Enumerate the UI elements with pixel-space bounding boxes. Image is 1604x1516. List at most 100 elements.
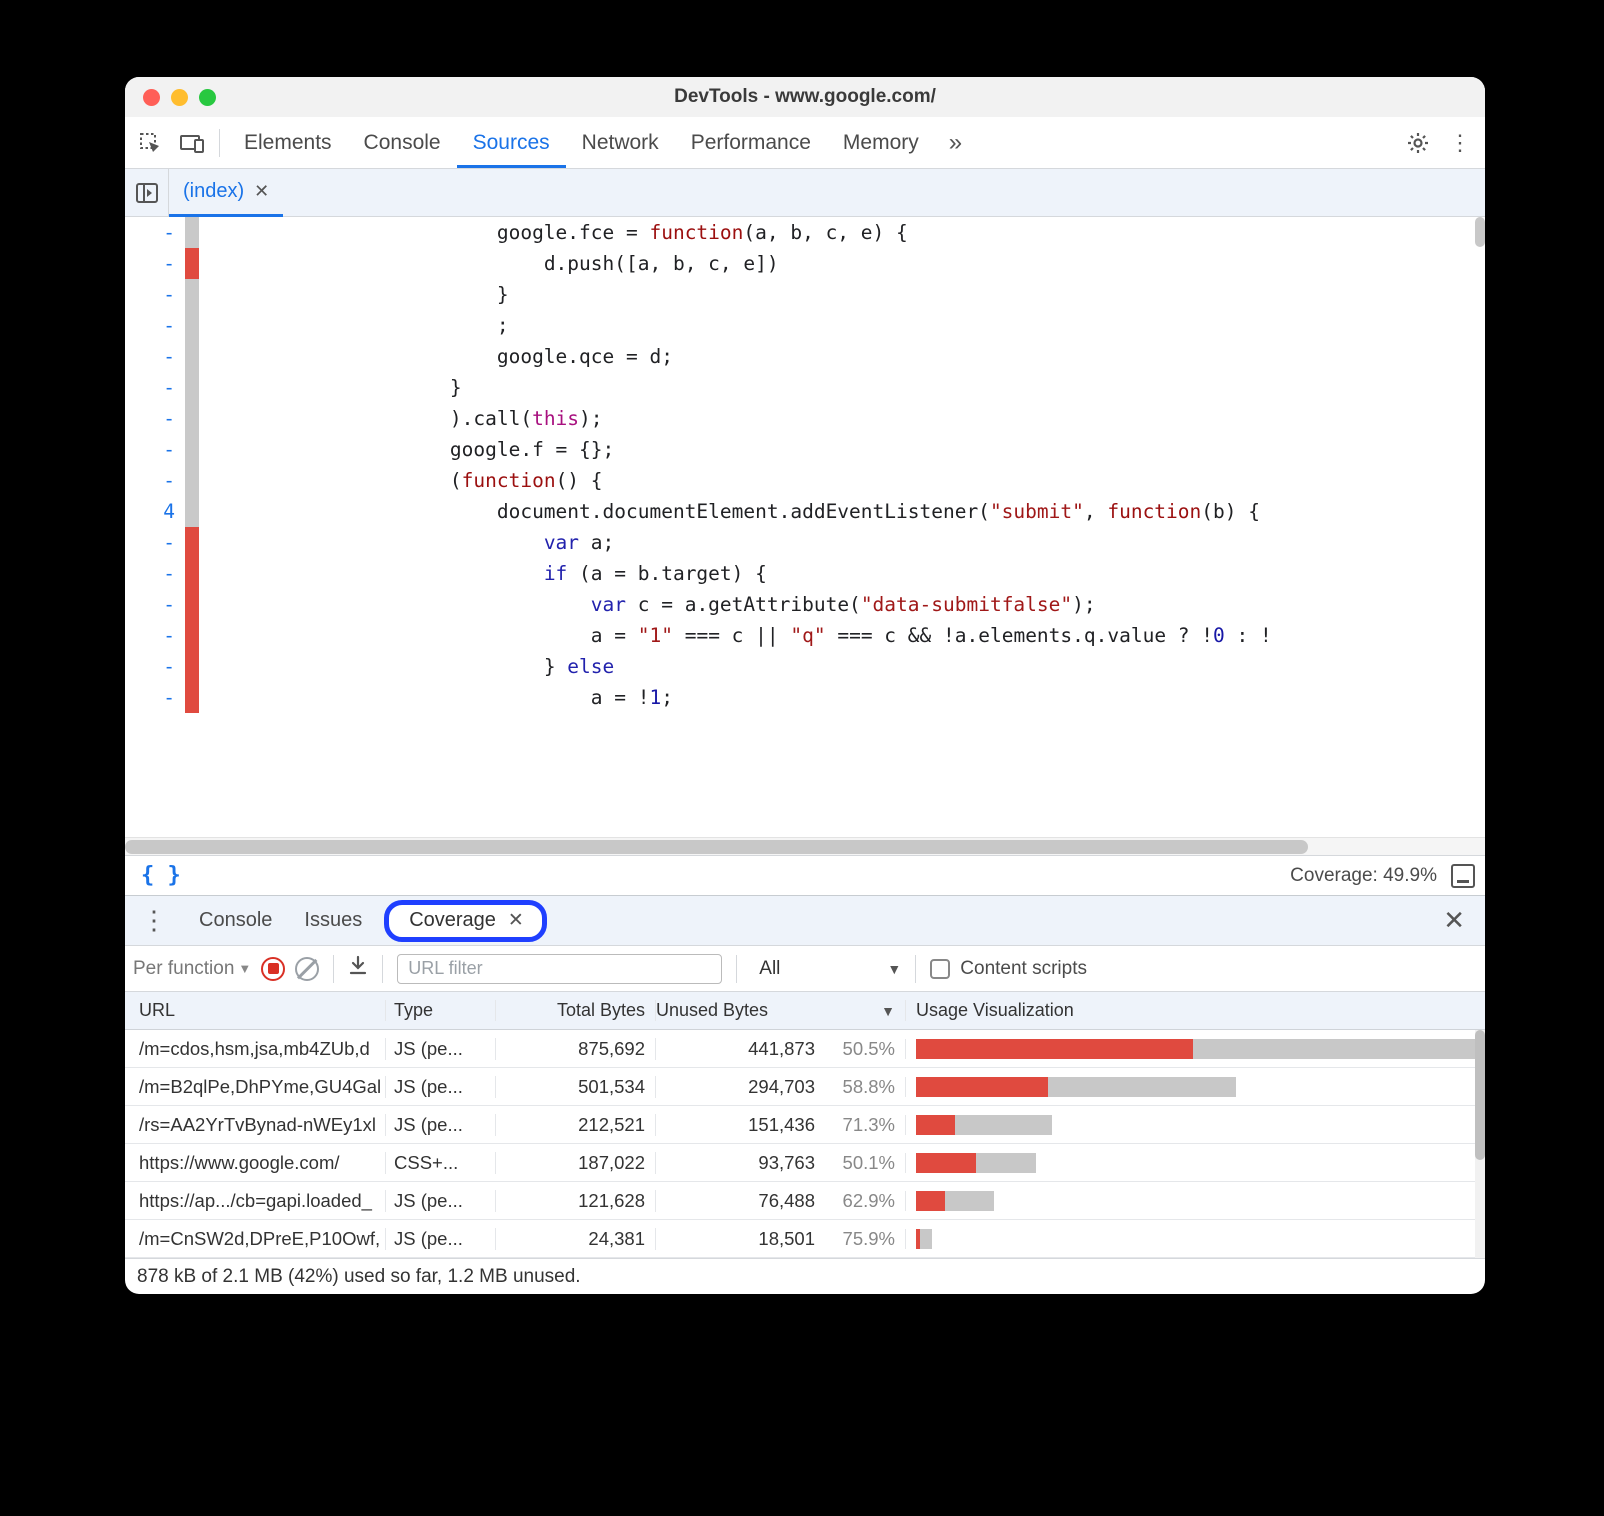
line-number[interactable]: - [125,589,185,620]
inspect-element-icon[interactable] [131,124,169,162]
url-filter-input[interactable]: URL filter [397,954,722,984]
code-text[interactable]: document.documentElement.addEventListene… [309,496,1260,527]
source-code-viewport[interactable]: - google.fce = function(a, b, c, e) { - d… [125,217,1485,837]
code-text[interactable]: } else [309,651,614,682]
tab-network[interactable]: Network [566,117,675,168]
col-header-total[interactable]: Total Bytes [495,1000,655,1021]
horizontal-scrollbar[interactable] [125,837,1485,855]
device-toolbar-icon[interactable] [173,124,211,162]
line-number[interactable]: - [125,434,185,465]
fold-gutter [199,310,309,341]
tab-memory[interactable]: Memory [827,117,935,168]
granularity-label: Per function [133,958,234,980]
code-text[interactable]: var a; [309,527,614,558]
tab-issues[interactable]: Issues [288,896,378,945]
url-filter-placeholder: URL filter [408,958,482,979]
tab-sources[interactable]: Sources [457,117,566,168]
sidebar-expand-icon[interactable] [1451,864,1475,888]
code-text[interactable]: if (a = b.target) { [309,558,767,589]
coverage-row[interactable]: https://www.google.com/CSS+...187,02293,… [125,1144,1485,1182]
code-line: - } [125,279,1485,310]
line-number[interactable]: - [125,248,185,279]
code-text[interactable]: } [309,279,509,310]
coverage-marker [185,651,199,682]
line-number[interactable]: - [125,558,185,589]
coverage-row[interactable]: /m=B2qlPe,DhPYme,GU4GalJS (pe...501,5342… [125,1068,1485,1106]
navigator-toggle-icon[interactable] [125,169,169,216]
more-tabs-chevron-icon[interactable]: » [939,129,972,157]
cell-total-bytes: 187,022 [495,1152,655,1174]
code-text[interactable]: var c = a.getAttribute("data-submitfalse… [309,589,1096,620]
col-header-url[interactable]: URL [125,1000,385,1021]
type-filter-dropdown[interactable]: All ▼ [751,958,901,980]
line-number[interactable]: - [125,651,185,682]
close-file-tab-icon[interactable]: ✕ [254,181,269,202]
more-menu-icon[interactable]: ⋮ [1441,124,1479,162]
tab-console[interactable]: Console [183,896,288,945]
line-number[interactable]: - [125,403,185,434]
tab-elements[interactable]: Elements [228,117,348,168]
coverage-row[interactable]: /rs=AA2YrTvBynad-nWEy1xlJS (pe...212,521… [125,1106,1485,1144]
code-text[interactable]: google.qce = d; [309,341,673,372]
code-text[interactable]: google.f = {}; [309,434,614,465]
record-button-icon[interactable] [261,957,285,981]
coverage-row[interactable]: /m=CnSW2d,DPreE,P10Owf,JS (pe...24,38118… [125,1220,1485,1258]
col-header-type[interactable]: Type [385,1000,495,1021]
close-coverage-tab-icon[interactable]: ✕ [508,909,524,932]
close-window-button[interactable] [143,89,160,106]
line-number[interactable]: - [125,620,185,651]
col-header-unused[interactable]: Unused Bytes ▼ [655,1000,905,1021]
content-scripts-checkbox[interactable] [930,959,950,979]
coverage-table-scrollbar[interactable] [1475,1030,1485,1258]
cell-usage-viz [905,1039,1485,1059]
code-line: - ).call(this); [125,403,1485,434]
code-text[interactable]: a = "1" === c || "q" === c && !a.element… [309,620,1272,651]
line-number[interactable]: - [125,341,185,372]
vertical-scrollbar[interactable] [1475,217,1485,837]
file-tab-index[interactable]: (index) ✕ [169,169,283,217]
cell-url: /m=cdos,hsm,jsa,mb4ZUb,d [125,1038,385,1060]
code-text[interactable]: a = !1; [309,682,673,713]
code-text[interactable]: d.push([a, b, c, e]) [309,248,779,279]
fold-gutter [199,558,309,589]
line-number[interactable]: - [125,372,185,403]
minimize-window-button[interactable] [171,89,188,106]
line-number[interactable]: - [125,682,185,713]
fold-gutter [199,403,309,434]
code-text[interactable]: ; [309,310,509,341]
col-header-viz[interactable]: Usage Visualization [905,1000,1485,1021]
clear-button-icon[interactable] [295,957,319,981]
cell-unused-bytes: 93,76350.1% [655,1152,905,1174]
line-number[interactable]: - [125,217,185,248]
settings-gear-icon[interactable] [1399,124,1437,162]
line-number[interactable]: - [125,465,185,496]
code-text[interactable]: google.fce = function(a, b, c, e) { [309,217,908,248]
cell-url: /m=CnSW2d,DPreE,P10Owf, [125,1228,385,1250]
code-line: - var a; [125,527,1485,558]
fold-gutter [199,434,309,465]
tab-console[interactable]: Console [348,117,457,168]
devtools-window: DevTools - www.google.com/ ElementsConso… [125,77,1485,1294]
line-number[interactable]: - [125,310,185,341]
export-icon[interactable] [348,955,368,983]
traffic-lights [125,89,216,106]
line-number[interactable]: 4 [125,496,185,527]
code-text[interactable]: (function() { [309,465,603,496]
type-filter-label: All [759,958,780,980]
drawer-menu-icon[interactable]: ⋮ [131,905,177,936]
pretty-print-icon[interactable]: { } [135,863,187,888]
code-text[interactable]: ).call(this); [309,403,603,434]
code-line: - a = "1" === c || "q" === c && !a.eleme… [125,620,1485,651]
line-number[interactable]: - [125,279,185,310]
cell-url: /rs=AA2YrTvBynad-nWEy1xl [125,1114,385,1136]
content-scripts-label: Content scripts [960,958,1087,980]
fullscreen-window-button[interactable] [199,89,216,106]
code-text[interactable]: } [309,372,462,403]
line-number[interactable]: - [125,527,185,558]
granularity-dropdown[interactable]: Per function ▼ [133,958,251,980]
close-drawer-icon[interactable]: ✕ [1429,905,1479,936]
coverage-row[interactable]: https://ap.../cb=gapi.loaded_JS (pe...12… [125,1182,1485,1220]
coverage-row[interactable]: /m=cdos,hsm,jsa,mb4ZUb,dJS (pe...875,692… [125,1030,1485,1068]
tab-coverage[interactable]: Coverage ✕ [384,900,547,942]
tab-performance[interactable]: Performance [675,117,827,168]
